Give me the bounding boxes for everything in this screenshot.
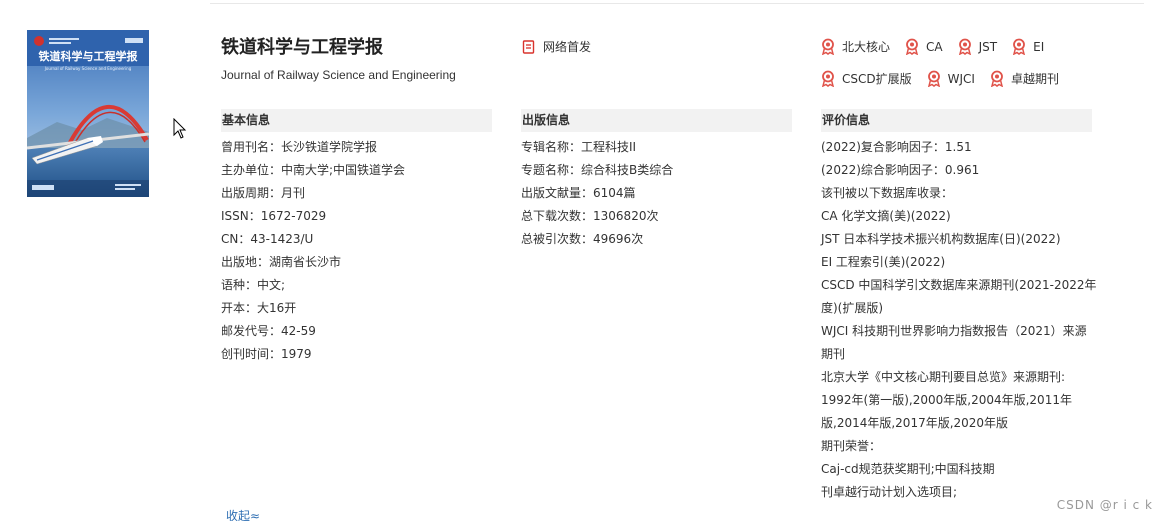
award-ribbon-icon xyxy=(821,38,835,55)
mouse-cursor-icon xyxy=(173,117,187,144)
badges-row-1: 北大核心 CA JST EI xyxy=(820,38,1058,55)
basic-info-heading: 基本信息 xyxy=(221,109,492,132)
badge-ei[interactable]: EI xyxy=(1011,38,1044,55)
info-row-article-count: 出版文献量：6104篇 xyxy=(521,186,636,200)
eval-line: Caj-cd规范获奖期刊;中国科技期 xyxy=(821,462,995,476)
eval-line: CSCD 中国科学引文数据库来源期刊(2021-2022年 xyxy=(821,278,1097,292)
info-row-location: 出版地：湖南省长沙市 xyxy=(221,255,342,269)
badge-pku-core[interactable]: 北大核心 xyxy=(820,38,890,55)
eval-line: WJCI 科技期刊世界影响力指数报告（2021）来源 xyxy=(821,324,1087,338)
publish-info-heading: 出版信息 xyxy=(521,109,792,132)
info-row-cn: CN：43-1423/U xyxy=(221,232,314,246)
badge-excellent-journal[interactable]: 卓越期刊 xyxy=(989,70,1059,87)
top-divider xyxy=(210,3,1144,4)
info-row-sponsor: 主办单位：中南大学;中国铁道学会 xyxy=(221,163,406,177)
info-row-format: 开本：大16开 xyxy=(221,301,297,315)
info-row-postal-code: 邮发代号：42-59 xyxy=(221,324,316,338)
watermark-text: CSDN @r i c k xyxy=(1056,498,1153,512)
publish-info-section: 出版信息 专辑名称：工程科技II 专题名称：综合科技B类综合 出版文献量：610… xyxy=(521,109,792,251)
eval-line: 刊卓越行动计划入选项目; xyxy=(821,485,958,499)
badge-label: WJCI xyxy=(947,71,975,86)
info-row-language: 语种：中文; xyxy=(221,278,286,292)
eval-line: (2022)综合影响因子：0.961 xyxy=(821,163,980,177)
award-ribbon-icon xyxy=(1013,38,1026,55)
journal-title: 铁道科学与工程学报 xyxy=(221,37,383,58)
journal-cover-image[interactable]: 铁道科学与工程学报 Journal of Railway Science and… xyxy=(27,30,149,197)
award-ribbon-icon xyxy=(958,38,971,55)
award-ribbon-icon xyxy=(905,38,919,55)
badge-label: CA xyxy=(926,39,943,54)
badges-row-2: CSCD扩展版 WJCI 卓越期刊 xyxy=(820,70,1073,87)
journal-english-title: Journal of Railway Science and Engineeri… xyxy=(221,68,456,82)
evaluation-info-section: 评价信息 (2022)复合影响因子：1.51 (2022)综合影响因子：0.96… xyxy=(821,109,1097,504)
eval-line: CA 化学文摘(美)(2022) xyxy=(821,209,951,223)
badge-ca[interactable]: CA xyxy=(904,38,943,55)
eval-line: (2022)复合影响因子：1.51 xyxy=(821,140,972,154)
network-first-tag[interactable]: 网络首发 xyxy=(522,38,591,55)
info-row-frequency: 出版周期：月刊 xyxy=(221,186,306,200)
evaluation-info-heading: 评价信息 xyxy=(821,109,1092,132)
badge-jst[interactable]: JST xyxy=(957,38,998,55)
eval-line: 1992年(第一版),2000年版,2004年版,2011年 xyxy=(821,393,1072,407)
info-row-topic: 专题名称：综合科技B类综合 xyxy=(521,163,674,177)
award-ribbon-icon xyxy=(821,70,835,87)
cover-subtitle-text: Journal of Railway Science and Engineeri… xyxy=(44,66,132,71)
eval-line: 期刊荣誉： xyxy=(821,439,882,453)
eval-line: JST 日本科学技术振兴机构数据库(日)(2022) xyxy=(821,232,1061,246)
badge-cscd[interactable]: CSCD扩展版 xyxy=(820,70,912,87)
eval-line: EI 工程索引(美)(2022) xyxy=(821,255,946,269)
award-ribbon-icon xyxy=(990,70,1003,87)
badge-label: 北大核心 xyxy=(842,40,891,54)
eval-line: 北京大学《中文核心期刊要目总览》来源期刊: xyxy=(821,370,1066,384)
badge-label: CSCD扩展版 xyxy=(842,72,912,86)
eval-line: 期刊 xyxy=(821,347,846,361)
info-row-founded: 创刊时间：1979 xyxy=(221,347,312,361)
badge-label: EI xyxy=(1033,39,1045,54)
badge-wjci[interactable]: WJCI xyxy=(926,70,975,87)
document-icon xyxy=(522,39,535,54)
basic-info-section: 基本信息 曾用刊名：长沙铁道学院学报 主办单位：中南大学;中国铁道学会 出版周期… xyxy=(221,109,492,366)
network-first-label: 网络首发 xyxy=(543,40,592,54)
info-row-former-name: 曾用刊名：长沙铁道学院学报 xyxy=(221,140,378,154)
collapse-link[interactable]: 收起≈ xyxy=(226,507,260,521)
info-row-issn: ISSN：1672-7029 xyxy=(221,209,327,223)
info-row-downloads: 总下载次数：1306820次 xyxy=(521,209,659,223)
eval-line: 度)(扩展版) xyxy=(821,301,884,315)
eval-line: 该刊被以下数据库收录： xyxy=(821,186,954,200)
info-row-citations: 总被引次数：49696次 xyxy=(521,232,644,246)
badge-label: 卓越期刊 xyxy=(1010,72,1059,86)
badge-label: JST xyxy=(978,39,998,54)
eval-line: 版,2014年版,2017年版,2020年版 xyxy=(821,416,1009,430)
info-row-collection: 专辑名称：工程科技II xyxy=(521,140,637,154)
cover-title-text: 铁道科学与工程学报 xyxy=(39,49,139,63)
award-ribbon-icon xyxy=(927,70,940,87)
